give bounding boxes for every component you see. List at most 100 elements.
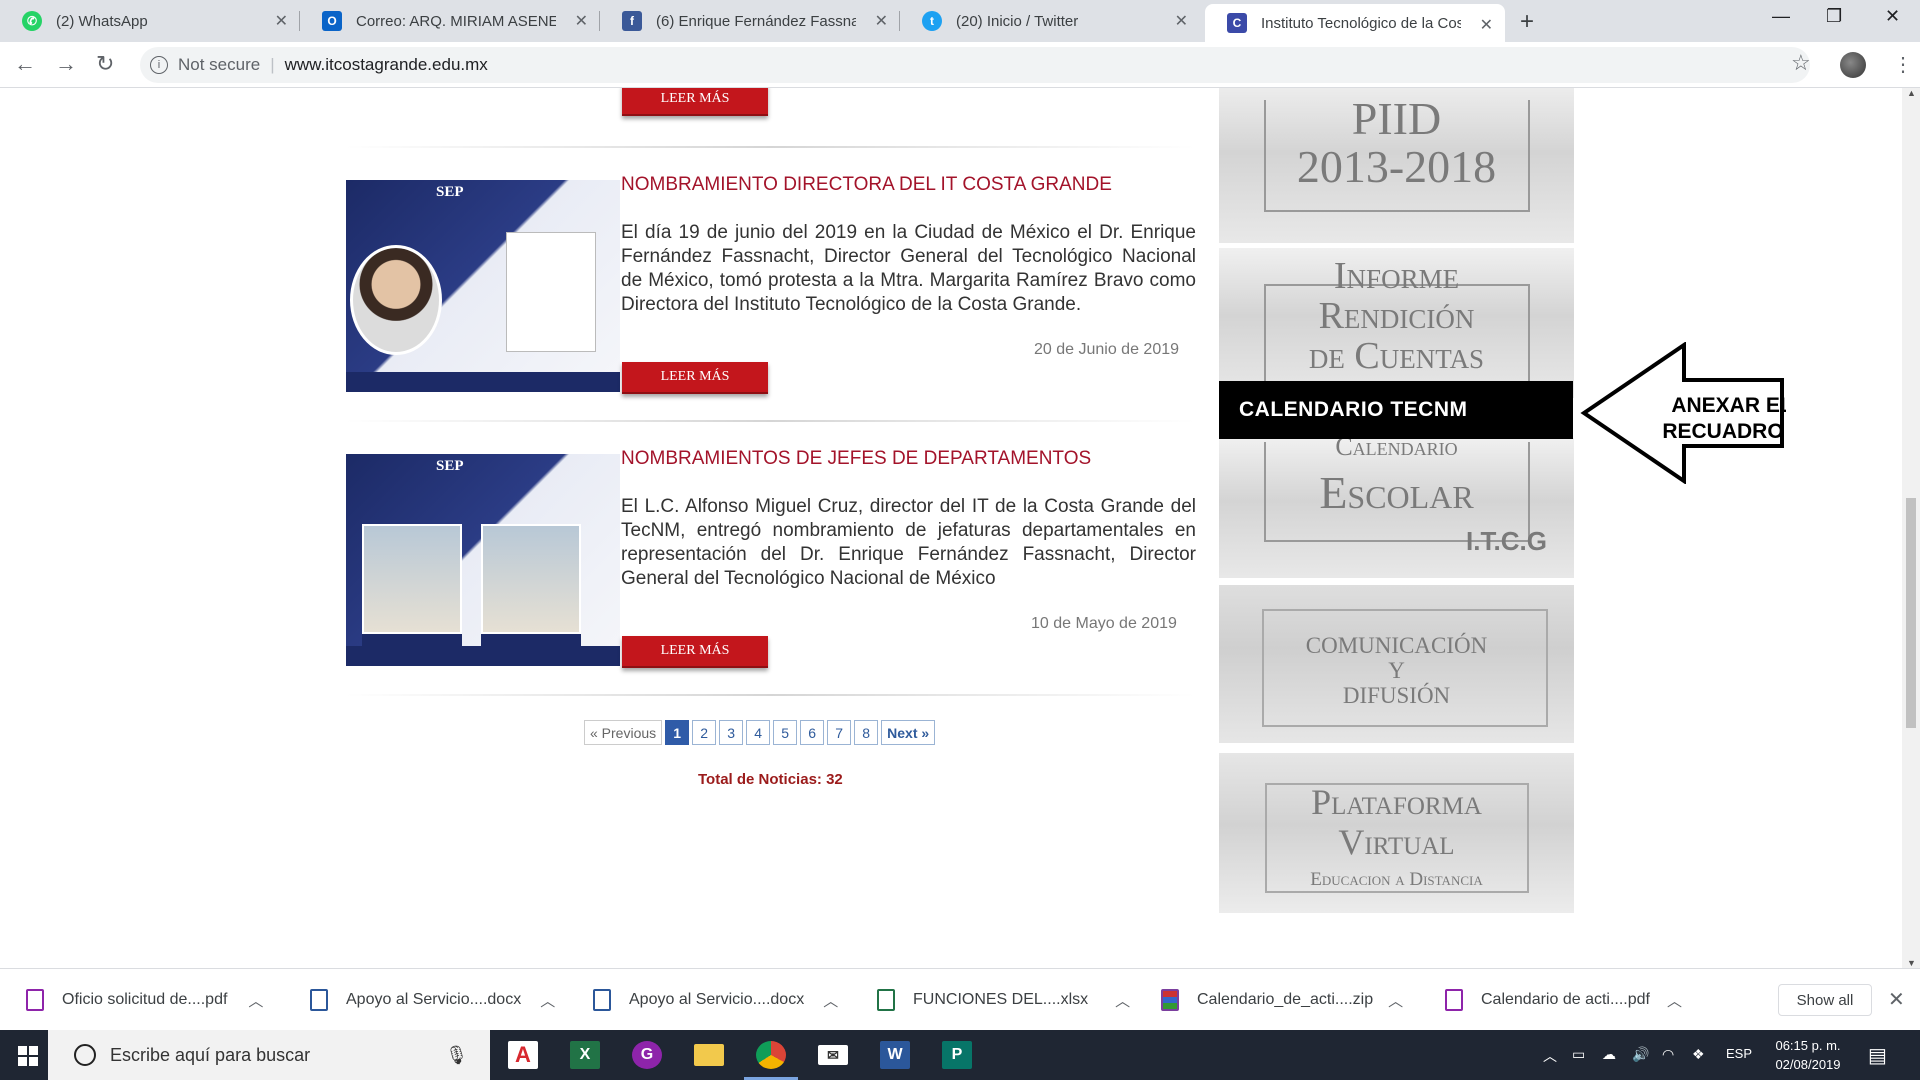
download-item[interactable]: Calendario_de_acti....zip ︿ xyxy=(1161,969,1403,1031)
battery-icon[interactable]: ▭ xyxy=(1572,1046,1585,1063)
chevron-up-icon[interactable]: ︿ xyxy=(1543,1046,1557,1066)
acrobat-icon[interactable]: A xyxy=(492,1030,554,1080)
tab-outlook[interactable]: O Correo: ARQ. MIRIAM ASENET G ✕ xyxy=(300,0,600,42)
back-icon[interactable]: ← xyxy=(14,51,36,77)
dropbox-icon[interactable]: ❖ xyxy=(1692,1046,1705,1063)
mail-icon[interactable]: ✉ xyxy=(802,1030,864,1080)
publisher-icon[interactable]: P xyxy=(926,1030,988,1080)
info-icon[interactable]: i xyxy=(150,56,168,74)
volume-icon[interactable]: 🔊 xyxy=(1632,1046,1649,1063)
news-image[interactable]: SEP xyxy=(346,180,620,392)
read-more-button[interactable]: LEER MÁS xyxy=(622,362,768,394)
news-title[interactable]: NOMBRAMIENTOS DE JEFES DE DEPARTAMENTOS xyxy=(621,448,1091,470)
windows-start-icon[interactable] xyxy=(18,1046,38,1066)
plataforma-line1: Plataforma xyxy=(1311,782,1482,822)
file-explorer-icon[interactable] xyxy=(678,1030,740,1080)
pagination-previous[interactable]: « Previous xyxy=(584,720,663,745)
taskbar-search[interactable]: Escribe aquí para buscar 🎙 xyxy=(48,1030,490,1080)
download-item[interactable]: FUNCIONES DEL....xlsx ︿ xyxy=(877,969,1130,1031)
pagination-page-8[interactable]: 8 xyxy=(854,720,879,745)
pdf-editor-icon[interactable]: G xyxy=(616,1030,678,1080)
network-icon[interactable]: ☁ xyxy=(1602,1046,1616,1063)
pagination-page-3[interactable]: 3 xyxy=(719,720,744,745)
pagination-page-2[interactable]: 2 xyxy=(692,720,717,745)
close-shelf-icon[interactable]: ✕ xyxy=(1888,987,1905,1012)
news-body: El día 19 de junio del 2019 en la Ciudad… xyxy=(621,222,1196,315)
close-tab-icon[interactable]: ✕ xyxy=(1175,11,1188,31)
download-item[interactable]: Apoyo al Servicio....docx ︿ xyxy=(593,969,838,1031)
pagination-page-6[interactable]: 6 xyxy=(800,720,825,745)
chevron-up-icon[interactable]: ︿ xyxy=(1667,990,1682,1011)
pagination-page-4[interactable]: 4 xyxy=(746,720,771,745)
page-scrollbar[interactable]: ▲ ▼ xyxy=(1902,88,1920,968)
scroll-up-icon[interactable]: ▲ xyxy=(1907,88,1916,98)
microphone-icon[interactable]: 🎙 xyxy=(445,1045,468,1066)
plataforma-line3: Educacion a Distancia xyxy=(1310,869,1483,890)
show-all-button[interactable]: Show all xyxy=(1778,984,1872,1016)
tab-whatsapp[interactable]: ✆ (2) WhatsApp ✕ xyxy=(0,0,300,42)
sep-logo: SEP xyxy=(436,458,464,474)
chevron-up-icon[interactable]: ︿ xyxy=(540,990,555,1011)
scrollbar-thumb[interactable] xyxy=(1906,498,1916,728)
chevron-up-icon[interactable]: ︿ xyxy=(1388,990,1403,1011)
word-icon[interactable]: W xyxy=(864,1030,926,1080)
calendario-escolar-banner[interactable]: Calendario Escolar I.T.C.G xyxy=(1219,432,1574,578)
new-tab-icon[interactable]: + xyxy=(1520,8,1534,36)
wifi-icon[interactable]: ◠ xyxy=(1662,1046,1674,1063)
chevron-up-icon[interactable]: ︿ xyxy=(248,990,263,1011)
pagination-page-7[interactable]: 7 xyxy=(827,720,852,745)
tecnm-icon: C xyxy=(1227,13,1247,33)
menu-icon[interactable]: ⋮ xyxy=(1893,52,1913,77)
forward-icon[interactable]: → xyxy=(55,51,77,77)
avatar[interactable] xyxy=(1840,52,1866,78)
chrome-icon[interactable] xyxy=(740,1030,802,1080)
tab-twitter[interactable]: t (20) Inicio / Twitter ✕ xyxy=(900,0,1200,42)
comunicacion-banner[interactable]: COMUNICACIÓN Y DIFUSIÓN xyxy=(1219,585,1574,743)
download-item[interactable]: Oficio solicitud de....pdf ︿ xyxy=(26,969,263,1031)
pagination-next[interactable]: Next » xyxy=(881,720,936,745)
close-tab-icon[interactable]: ✕ xyxy=(1480,15,1493,35)
image-footer xyxy=(346,372,620,392)
maximize-icon[interactable]: ❐ xyxy=(1826,6,1842,27)
news-divider xyxy=(345,694,1195,696)
news-title[interactable]: NOMBRAMIENTO DIRECTORA DEL IT COSTA GRAN… xyxy=(621,174,1112,196)
download-filename: Calendario de acti....pdf xyxy=(1481,991,1650,1008)
download-item[interactable]: Apoyo al Servicio....docx ︿ xyxy=(310,969,555,1031)
piid-banner[interactable]: PIID 2013-2018 xyxy=(1219,88,1574,243)
system-clock[interactable]: 06:15 p. m. 02/08/2019 xyxy=(1768,1036,1848,1074)
url-text: www.itcostagrande.edu.mx xyxy=(284,55,488,74)
comunicacion-line3: DIFUSIÓN xyxy=(1342,683,1451,708)
language-indicator[interactable]: ESP xyxy=(1726,1046,1752,1061)
clock-date: 02/08/2019 xyxy=(1775,1057,1841,1072)
close-tab-icon[interactable]: ✕ xyxy=(875,11,888,31)
excel-file-icon xyxy=(877,989,895,1011)
piid-title: PIID xyxy=(1351,93,1442,144)
minimize-icon[interactable]: — xyxy=(1772,6,1790,27)
scroll-down-icon[interactable]: ▼ xyxy=(1907,958,1916,968)
tab-itcg[interactable]: C Instituto Tecnológico de la Costa ✕ xyxy=(1205,4,1505,42)
cortana-icon[interactable] xyxy=(74,1044,96,1066)
plataforma-banner[interactable]: Plataforma Virtual Educacion a Distancia xyxy=(1219,753,1574,913)
word-file-icon xyxy=(593,989,611,1011)
news-image[interactable]: SEP xyxy=(346,454,620,666)
address-bar[interactable]: i Not secure | www.itcostagrande.edu.mx xyxy=(140,47,1810,83)
read-more-button[interactable]: LEER MÁS xyxy=(622,88,768,116)
pagination-page-5[interactable]: 5 xyxy=(773,720,798,745)
tab-facebook[interactable]: f (6) Enrique Fernández Fassnacht ✕ xyxy=(600,0,900,42)
chevron-up-icon[interactable]: ︿ xyxy=(1115,990,1130,1011)
close-tab-icon[interactable]: ✕ xyxy=(575,11,588,31)
download-item[interactable]: Calendario de acti....pdf ︿ xyxy=(1445,969,1682,1031)
excel-icon[interactable]: X xyxy=(554,1030,616,1080)
annotation-line1: ANEXAR EL xyxy=(1671,394,1786,417)
informe-banner[interactable]: Informe Rendición de Cuentas xyxy=(1219,248,1574,404)
chevron-up-icon[interactable]: ︿ xyxy=(823,990,838,1011)
calendario-tecnm-banner[interactable]: CALENDARIO TECNM xyxy=(1219,381,1573,439)
close-tab-icon[interactable]: ✕ xyxy=(275,11,288,31)
bookmark-star-icon[interactable]: ☆ xyxy=(1791,50,1811,76)
notifications-icon[interactable]: ▤ xyxy=(1868,1043,1887,1068)
reload-icon[interactable]: ↻ xyxy=(96,51,114,77)
image-footer xyxy=(346,646,620,666)
pagination-page-1[interactable]: 1 xyxy=(665,720,690,745)
read-more-button[interactable]: LEER MÁS xyxy=(622,636,768,668)
close-window-icon[interactable]: ✕ xyxy=(1885,6,1900,27)
